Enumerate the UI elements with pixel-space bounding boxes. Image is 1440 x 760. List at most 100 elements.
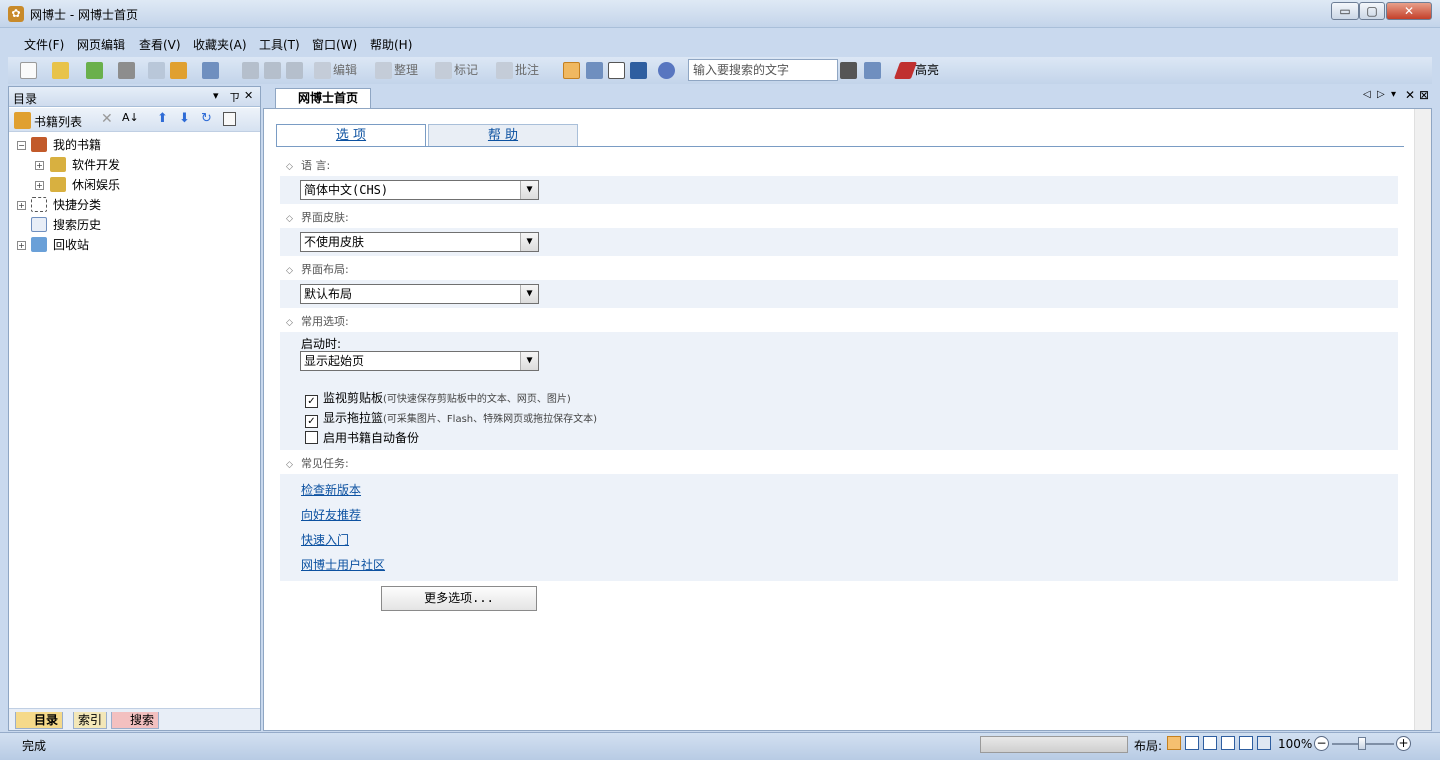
search-input[interactable]: 输入要搜索的文字 (688, 59, 838, 81)
auto-backup-checkbox[interactable]: 启用书籍自动备份 (305, 430, 419, 446)
language-select[interactable]: 简体中文(CHS) ▼ (300, 180, 539, 200)
collect-icon[interactable] (170, 62, 187, 79)
close-all-tabs-icon[interactable]: ⊠ (1419, 88, 1429, 102)
layout-5-icon[interactable] (1239, 736, 1253, 750)
panel-menu-icon[interactable]: ▾ (213, 89, 219, 102)
layout-select[interactable]: 默认布局 ▼ (300, 284, 539, 304)
delete-icon[interactable]: ✕ (101, 111, 113, 127)
common-options-label: ◇ 常用选项: (286, 315, 349, 328)
highlight-button[interactable]: 高亮 (915, 61, 939, 80)
annotate-icon[interactable] (496, 62, 513, 79)
left-panel-header: 目录 ▾ ㄗ ✕ (9, 87, 260, 107)
more-options-button[interactable]: 更多选项... (381, 586, 537, 611)
refresh-icon[interactable]: ↻ (201, 111, 212, 126)
toolbar: 编辑 整理 标记 批注 输入要搜索的文字 高亮 (8, 57, 1432, 84)
new-icon[interactable] (20, 62, 37, 79)
layout-4-icon[interactable] (1221, 736, 1235, 750)
tree-item-leisure[interactable]: 休闲娱乐 (72, 176, 120, 194)
menu-favorites[interactable]: 收藏夹(A) (193, 36, 247, 53)
scroll-right-icon[interactable]: ▷ (1377, 89, 1385, 100)
zoom-in-icon[interactable]: + (1396, 736, 1411, 751)
menu-web-edit[interactable]: 网页编辑 (77, 36, 125, 53)
tree-item-quick-category[interactable]: 快捷分类 (53, 196, 101, 214)
menu-tools[interactable]: 工具(T) (259, 36, 300, 53)
edit-button[interactable]: 编辑 (333, 61, 357, 80)
settings-icon[interactable] (658, 62, 675, 79)
zoom-out-icon[interactable]: − (1314, 736, 1329, 751)
web-view-icon[interactable] (586, 62, 603, 79)
print-icon[interactable] (118, 62, 135, 79)
layout-1-icon[interactable] (1167, 736, 1181, 750)
mark-button[interactable]: 标记 (454, 61, 478, 80)
search-dropdown-icon[interactable] (840, 62, 857, 79)
scroll-left-icon[interactable]: ◁ (1363, 89, 1371, 100)
export-icon[interactable] (202, 62, 219, 79)
up-arrow-icon[interactable]: ⬆ (157, 111, 168, 126)
layout-6-icon[interactable] (1257, 736, 1271, 750)
layout-label-status: 布局: (1134, 739, 1163, 753)
maximize-button[interactable]: ▢ (1359, 2, 1385, 20)
open-icon[interactable] (52, 62, 69, 79)
minimize-button[interactable]: ▭ (1331, 2, 1359, 20)
tree-item-software-dev[interactable]: 软件开发 (72, 156, 120, 174)
tab-contents[interactable]: 目录 (15, 712, 64, 729)
sort-icon[interactable]: A↓ (122, 111, 139, 124)
down-arrow-icon[interactable]: ⬇ (179, 111, 190, 126)
organize-button[interactable]: 整理 (394, 61, 418, 80)
close-tab-icon[interactable]: ✕ (1405, 88, 1415, 102)
layout-2-icon[interactable] (1185, 736, 1199, 750)
close-button[interactable]: ✕ (1386, 2, 1432, 20)
book-list-button[interactable]: 书籍列表 (34, 113, 82, 130)
zoom-slider-thumb[interactable] (1358, 737, 1366, 750)
show-drag-basket-checkbox[interactable]: ✓ 显示拖拉篮(可采集图片、Flash、特殊网页或拖拉保存文本) (305, 410, 597, 428)
tab-search[interactable]: 搜索 (111, 712, 160, 729)
move-down-icon[interactable] (264, 62, 281, 79)
vertical-scrollbar[interactable] (1414, 109, 1431, 730)
tab-index[interactable]: 索引 (73, 712, 108, 729)
annotate-button[interactable]: 批注 (515, 61, 539, 80)
check-update-link[interactable]: 检查新版本 (301, 481, 361, 498)
left-panel-title: 目录 (13, 92, 38, 106)
tree-expander[interactable]: − (17, 141, 26, 150)
community-link[interactable]: 网博士用户社区 (301, 556, 385, 573)
tree-item-search-history[interactable]: 搜索历史 (53, 216, 101, 234)
tree-expander[interactable]: + (17, 201, 26, 210)
menu-view[interactable]: 查看(V) (139, 36, 181, 53)
recommend-link[interactable]: 向好友推荐 (301, 506, 361, 523)
save-icon[interactable] (286, 62, 303, 79)
mark-icon[interactable] (435, 62, 452, 79)
tree-item-my-books[interactable]: 我的书籍 (53, 136, 101, 154)
tree-expander[interactable]: + (17, 241, 26, 250)
organize-icon[interactable] (375, 62, 392, 79)
menu-window[interactable]: 窗口(W) (312, 36, 357, 53)
document-tab[interactable]: 网博士首页 (275, 88, 371, 108)
highlight-icon[interactable] (893, 62, 918, 79)
book-view-icon[interactable] (608, 62, 625, 79)
edit-icon[interactable] (314, 62, 331, 79)
tree-item-recycle-bin[interactable]: 回收站 (53, 236, 89, 254)
layout-view-icon[interactable] (563, 62, 580, 79)
tree-expander[interactable]: + (35, 181, 44, 190)
find-icon[interactable] (864, 62, 881, 79)
quick-start-link[interactable]: 快速入门 (301, 531, 349, 548)
menu-help[interactable]: 帮助(H) (370, 36, 412, 53)
monitor-clipboard-checkbox[interactable]: ✓ 监视剪贴板(可快速保存剪贴板中的文本、网页、图片) (305, 390, 571, 408)
tasks-section (280, 474, 1398, 581)
tag-icon[interactable] (148, 62, 165, 79)
fullscreen-icon[interactable] (630, 62, 647, 79)
layout-3-icon[interactable] (1203, 736, 1217, 750)
tab-list-icon[interactable]: ▾ (1391, 89, 1396, 100)
tab-help[interactable]: 帮 助 (428, 124, 578, 147)
startup-select[interactable]: 显示起始页 ▼ (300, 351, 539, 371)
skin-select[interactable]: 不使用皮肤 ▼ (300, 232, 539, 252)
recycle-bin-icon (31, 237, 47, 252)
history-icon (31, 217, 47, 232)
import-icon[interactable] (86, 62, 103, 79)
move-up-icon[interactable] (242, 62, 259, 79)
menu-file[interactable]: 文件(F) (24, 36, 64, 53)
tree-expander[interactable]: + (35, 161, 44, 170)
panel-close-icon[interactable]: ✕ (244, 89, 253, 102)
tab-options[interactable]: 选 项 (276, 124, 426, 147)
properties-icon[interactable] (223, 112, 236, 126)
pin-icon[interactable]: ㄗ (229, 89, 240, 105)
